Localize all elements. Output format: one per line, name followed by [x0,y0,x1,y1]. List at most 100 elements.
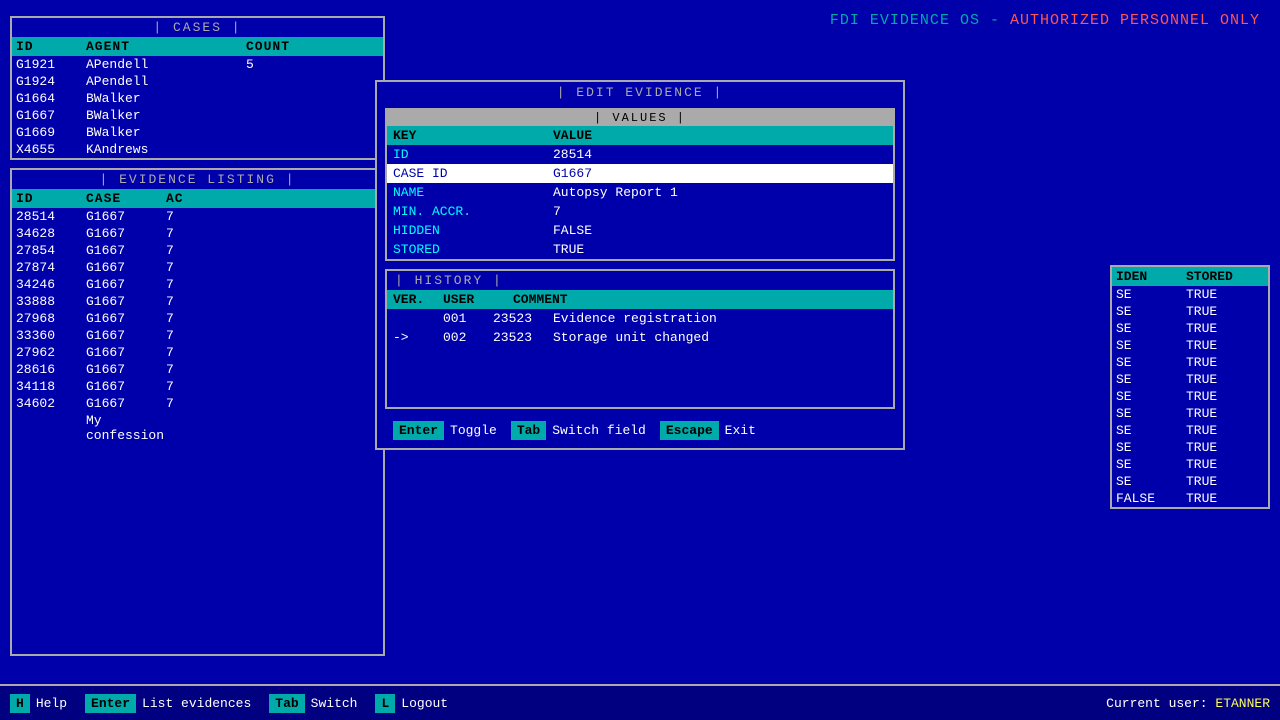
values-field-key: STORED [393,242,553,257]
values-field-value: 7 [553,204,887,219]
evidence-table-row[interactable]: 34602 G1667 7 [12,395,383,412]
cases-cell-agent: BWalker [86,108,246,123]
right-cell-stored: TRUE [1186,389,1276,404]
history-arrow [393,311,443,326]
evidence-cell-ac: 7 [166,362,206,377]
cases-table-row[interactable]: G1669 BWalker [12,124,383,141]
evidence-table-row[interactable]: 33360 G1667 7 [12,327,383,344]
evidence-bottom-case: My confession [86,413,166,443]
history-comment: Evidence registration [553,311,717,326]
right-cell-stored: TRUE [1186,457,1276,472]
evidence-table-row[interactable]: 27854 G1667 7 [12,242,383,259]
evidence-table-row[interactable]: 27874 G1667 7 [12,259,383,276]
cases-col-count: COUNT [246,39,326,54]
history-title: | HISTORY | [387,271,893,290]
values-data-row[interactable]: STORED TRUE [387,240,893,259]
evidence-cell-ac: 7 [166,260,206,275]
evidence-panel-title: | EVIDENCE LISTING | [12,170,383,189]
evidence-table-header: ID CASE AC [12,189,383,208]
current-user-value: ETANNER [1215,696,1270,711]
cases-table-row[interactable]: X4655 KAndrews [12,141,383,158]
right-partial-bottom-row: FALSE TRUE [1112,490,1268,507]
edit-evidence-modal: | EDIT EVIDENCE | | VALUES | KEY VALUEID… [375,80,905,450]
right-partial-row: SE TRUE [1112,371,1268,388]
evidence-table-row[interactable]: 34246 G1667 7 [12,276,383,293]
cases-cell-id: X4655 [16,142,86,157]
history-user: 23523 [493,330,553,345]
cases-table-row[interactable]: G1921 APendell 5 [12,56,383,73]
evidence-table-row[interactable]: 27968 G1667 7 [12,310,383,327]
cases-panel: | CASES | ID AGENT COUNT G1921 APendell … [10,16,385,160]
values-field-value: TRUE [553,242,887,257]
values-col-value: VALUE [553,128,887,143]
status-label-logout: Logout [401,696,448,711]
history-rows: 001 23523 Evidence registration-> 002 23… [387,309,893,347]
right-cell-iden: SE [1116,372,1186,387]
right-partial-row: SE TRUE [1112,337,1268,354]
shortcut-escape-key[interactable]: Escape [660,421,719,440]
history-user: 23523 [493,311,553,326]
cases-cell-agent: APendell [86,74,246,89]
values-header-row: KEY VALUE [387,126,893,145]
evidence-bottom-id [16,413,86,443]
evidence-rows: 28514 G1667 734628 G1667 727854 G1667 72… [12,208,383,444]
values-data-row[interactable]: NAME Autopsy Report 1 [387,183,893,202]
evidence-table-row[interactable]: 27962 G1667 7 [12,344,383,361]
values-data-row[interactable]: ID 28514 [387,145,893,164]
history-ver: 002 [443,330,493,345]
cases-table-row[interactable]: G1664 BWalker [12,90,383,107]
history-table-row: -> 002 23523 Storage unit changed [387,328,893,347]
modal-title: | EDIT EVIDENCE | [377,82,903,103]
status-key-enter[interactable]: Enter [85,694,136,713]
evidence-cell-ac: 7 [166,277,206,292]
right-cell-iden: SE [1116,304,1186,319]
right-cell-iden: SE [1116,389,1186,404]
cases-cell-count [246,125,326,140]
values-field-value: G1667 [553,166,887,181]
values-data-row[interactable]: CASE ID G1667 [387,164,893,183]
status-key-h[interactable]: H [10,694,30,713]
cases-cell-id: G1667 [16,108,86,123]
shortcut-tab-key[interactable]: Tab [511,421,546,440]
history-col-comment: COMMENT [513,292,887,307]
evidence-cell-case: G1667 [86,362,166,377]
status-label-help: Help [36,696,67,711]
status-key-l[interactable]: L [375,694,395,713]
evidence-col-ac: AC [166,191,206,206]
cases-table-row[interactable]: G1924 APendell [12,73,383,90]
right-cell-stored: TRUE [1186,355,1276,370]
cases-table-row[interactable]: G1667 BWalker [12,107,383,124]
values-field-value: 28514 [553,147,887,162]
values-data-row[interactable]: HIDDEN FALSE [387,221,893,240]
evidence-table-row[interactable]: 28514 G1667 7 [12,208,383,225]
shortcut-enter-key[interactable]: Enter [393,421,444,440]
right-partial-row: SE TRUE [1112,473,1268,490]
evidence-table-row[interactable]: 34118 G1667 7 [12,378,383,395]
right-cell-iden: SE [1116,355,1186,370]
right-partial-row: SE TRUE [1112,422,1268,439]
values-field-key: MIN. ACCR. [393,204,553,219]
evidence-cell-case: G1667 [86,294,166,309]
values-field-key: HIDDEN [393,223,553,238]
current-user: Current user: ETANNER [1106,696,1270,711]
status-key-tab[interactable]: Tab [269,694,304,713]
cases-cell-count [246,142,326,157]
evidence-cell-id: 33888 [16,294,86,309]
values-rows: KEY VALUEID 28514CASE ID G1667NAME Autop… [387,126,893,259]
evidence-table-row[interactable]: 28616 G1667 7 [12,361,383,378]
right-cell-stored: TRUE [1186,406,1276,421]
evidence-cell-ac: 7 [166,226,206,241]
history-col-user: USER [443,292,513,307]
current-user-label: Current user: [1106,696,1215,711]
right-partial-row: SE TRUE [1112,286,1268,303]
cases-cell-agent: APendell [86,57,246,72]
shortcut-escape-label: Exit [725,423,756,438]
history-table-row: 001 23523 Evidence registration [387,309,893,328]
values-data-row[interactable]: MIN. ACCR. 7 [387,202,893,221]
status-label-switch: Switch [311,696,358,711]
values-field-key: ID [393,147,553,162]
evidence-table-row[interactable]: 34628 G1667 7 [12,225,383,242]
right-cell-stored: TRUE [1186,287,1276,302]
right-cell-stored: TRUE [1186,321,1276,336]
evidence-table-row[interactable]: 33888 G1667 7 [12,293,383,310]
